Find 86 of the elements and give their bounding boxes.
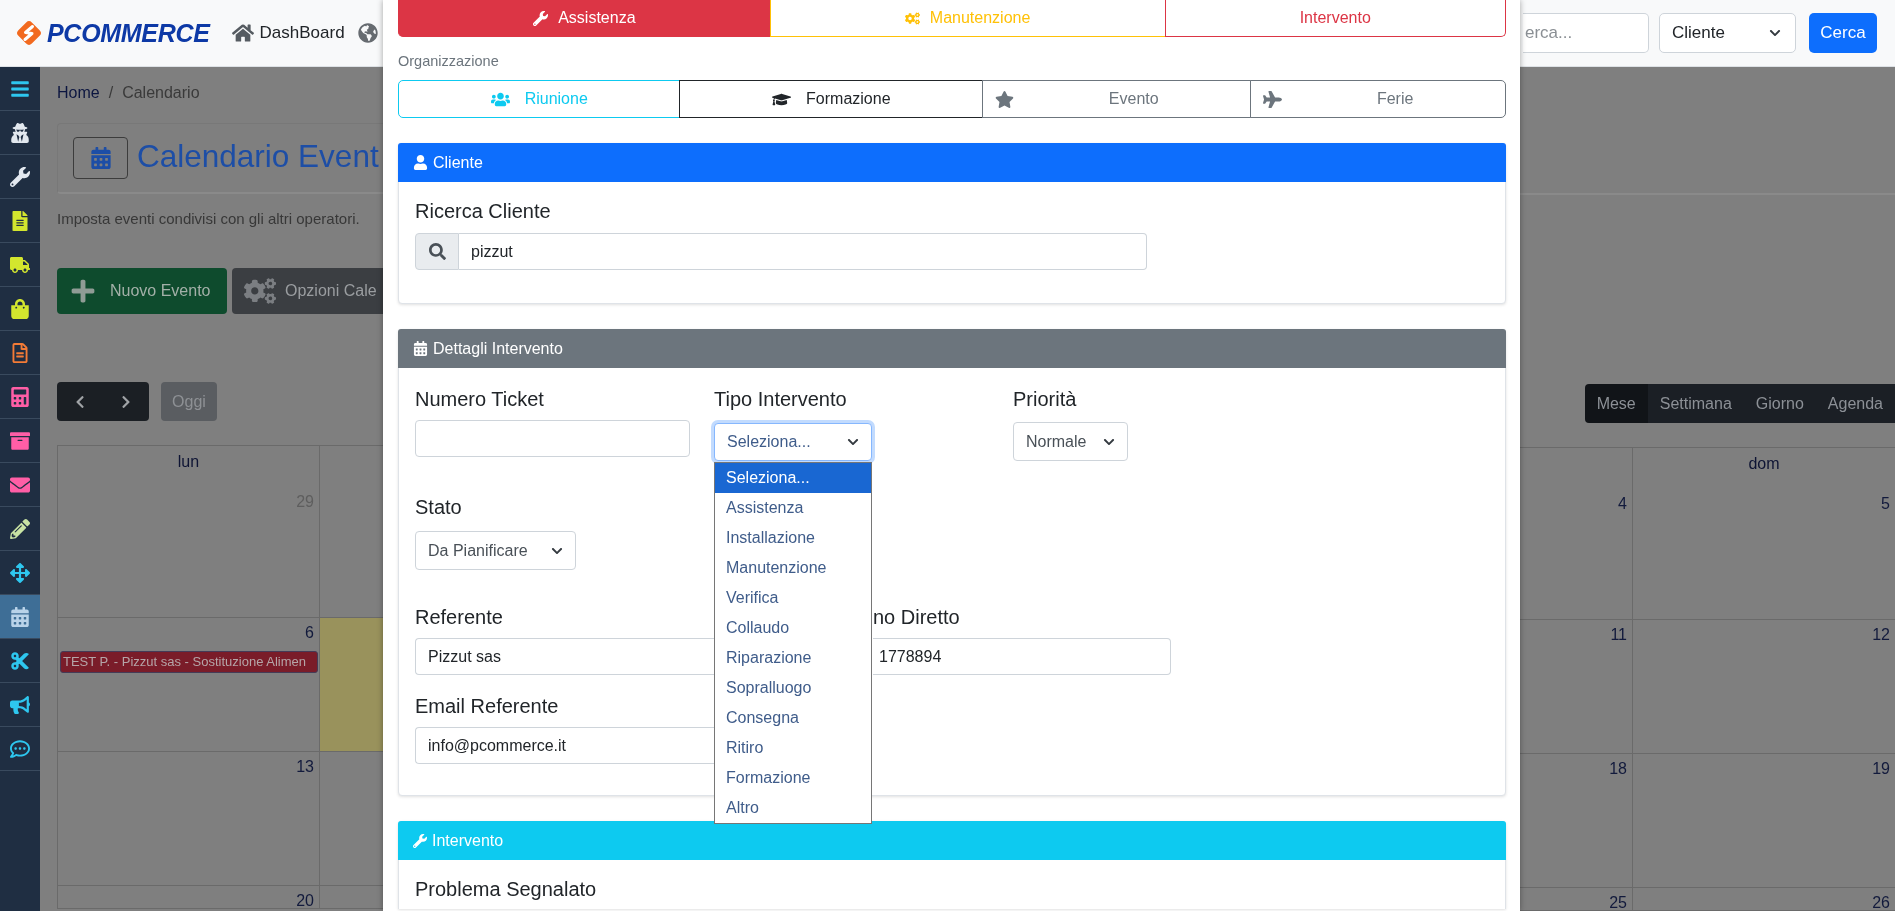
dropdown-option[interactable]: Assistenza	[715, 493, 871, 523]
plus-icon	[70, 278, 96, 304]
search-button[interactable]: Cerca	[1809, 13, 1877, 53]
calendar-icon	[73, 137, 128, 179]
previous-button[interactable]	[57, 382, 103, 421]
select-field[interactable]: Normale	[1013, 422, 1128, 461]
organization-tab[interactable]: Formazione	[679, 80, 984, 118]
panel-title: Dettagli Intervento	[433, 339, 563, 358]
day-number: 6	[305, 625, 314, 641]
organization-tab[interactable]: Ferie	[1250, 80, 1507, 118]
weekday-header: dom	[1748, 454, 1780, 473]
dropdown-option[interactable]: Verifica	[715, 583, 871, 613]
dropdown-option[interactable]: Formazione	[715, 763, 871, 793]
view-tab[interactable]: Settimana	[1647, 384, 1744, 423]
dropdown-option[interactable]: Installazione	[715, 523, 871, 553]
day-number: 11	[1610, 627, 1627, 643]
field-label: Email Referente	[415, 694, 559, 718]
next-button[interactable]	[103, 382, 149, 421]
day-number: 20	[296, 893, 314, 909]
field-label: Priorità	[1013, 387, 1077, 411]
options-button[interactable]: Opzioni Cale	[232, 268, 383, 314]
view-tab[interactable]: Mese	[1584, 384, 1648, 423]
view-tab[interactable]: Giorno	[1743, 384, 1816, 423]
chevron-down-icon	[1769, 27, 1781, 39]
day-number: 12	[1872, 627, 1890, 643]
field-label: no Diretto	[873, 605, 960, 629]
organization-tab[interactable]: Evento	[982, 80, 1252, 118]
breadcrumb-current: Calendario	[122, 83, 200, 102]
field-label: Problema Segnalato	[415, 877, 597, 901]
dropdown-option[interactable]: Manutenzione	[715, 553, 871, 583]
category-tab[interactable]: Intervento	[1164, 0, 1506, 37]
search-icon	[415, 233, 459, 270]
sidebar-item[interactable]	[0, 595, 40, 639]
input-field[interactable]: 1778894	[873, 638, 1171, 675]
scope-select[interactable]: Cliente	[1659, 13, 1796, 53]
input-field[interactable]: info@pcommerce.it	[415, 727, 714, 764]
user-icon	[413, 155, 428, 170]
field-label: Ricerca Cliente	[415, 199, 551, 223]
globe-icon[interactable]	[357, 23, 378, 43]
weekday-header: lun	[177, 452, 200, 471]
nav-link[interactable]: DashBoard	[231, 22, 345, 44]
dropdown-option[interactable]: Collaudo	[715, 613, 871, 643]
calendar-event[interactable]: TEST P. - Pizzut sas - Sostituzione Alimen	[60, 651, 318, 673]
field-label: Referente	[415, 605, 503, 629]
home-icon	[231, 22, 254, 44]
dropdown-option[interactable]: Riparazione	[715, 643, 871, 673]
wrench-icon	[413, 833, 427, 848]
day-number: 4	[1618, 496, 1627, 512]
dropdown-option[interactable]: Sopralluogo	[715, 673, 871, 703]
field-label: Stato	[415, 495, 462, 519]
logo-wordmark[interactable]: PCOMMERCE	[47, 19, 210, 47]
field-label: Numero Ticket	[415, 387, 544, 411]
day-number: 19	[1872, 761, 1890, 777]
panel-title: Cliente	[433, 153, 483, 172]
search-field[interactable]: erca...	[1523, 13, 1649, 53]
category-tab[interactable]: Assistenza	[398, 0, 771, 37]
airplane-icon	[1263, 89, 1283, 109]
calendar-icon	[413, 341, 428, 356]
day-number: 18	[1609, 761, 1627, 777]
gears-icon	[244, 275, 276, 307]
input-field[interactable]: Pizzut sas	[415, 638, 714, 675]
breadcrumb-separator: /	[108, 83, 114, 102]
page-description: Imposta eventi condivisi con gli altri operatori.	[57, 210, 361, 228]
section-label: Organizzazione	[398, 53, 499, 70]
dropdown-option[interactable]: Seleziona...	[715, 463, 871, 493]
star-icon	[995, 89, 1015, 109]
page-title: Calendario Event	[137, 136, 379, 175]
field-label: Tipo Intervento	[714, 387, 847, 411]
new-event-button[interactable]: Nuovo Evento	[57, 268, 227, 314]
search-field[interactable]: pizzut	[459, 233, 1147, 270]
select-field[interactable]: Da Pianificare	[415, 531, 576, 570]
dropdown-option[interactable]: Ritiro	[715, 733, 871, 763]
view-tab[interactable]: Agenda	[1815, 384, 1895, 423]
chevron-down-icon	[847, 436, 859, 448]
wrench-icon	[533, 10, 549, 26]
day-number: 25	[1609, 895, 1627, 911]
input-field[interactable]	[415, 420, 690, 457]
day-number: 26	[1872, 895, 1890, 911]
gears-icon	[904, 10, 920, 26]
day-number: 5	[1881, 496, 1890, 512]
select-field[interactable]: Seleziona...	[714, 423, 872, 461]
panel-title: Intervento	[432, 831, 504, 850]
day-number: 13	[296, 759, 314, 775]
breadcrumb-link[interactable]: Home	[57, 83, 100, 102]
dropdown-option[interactable]: Consegna	[715, 703, 871, 733]
dropdown-option[interactable]: Altro	[715, 793, 871, 823]
